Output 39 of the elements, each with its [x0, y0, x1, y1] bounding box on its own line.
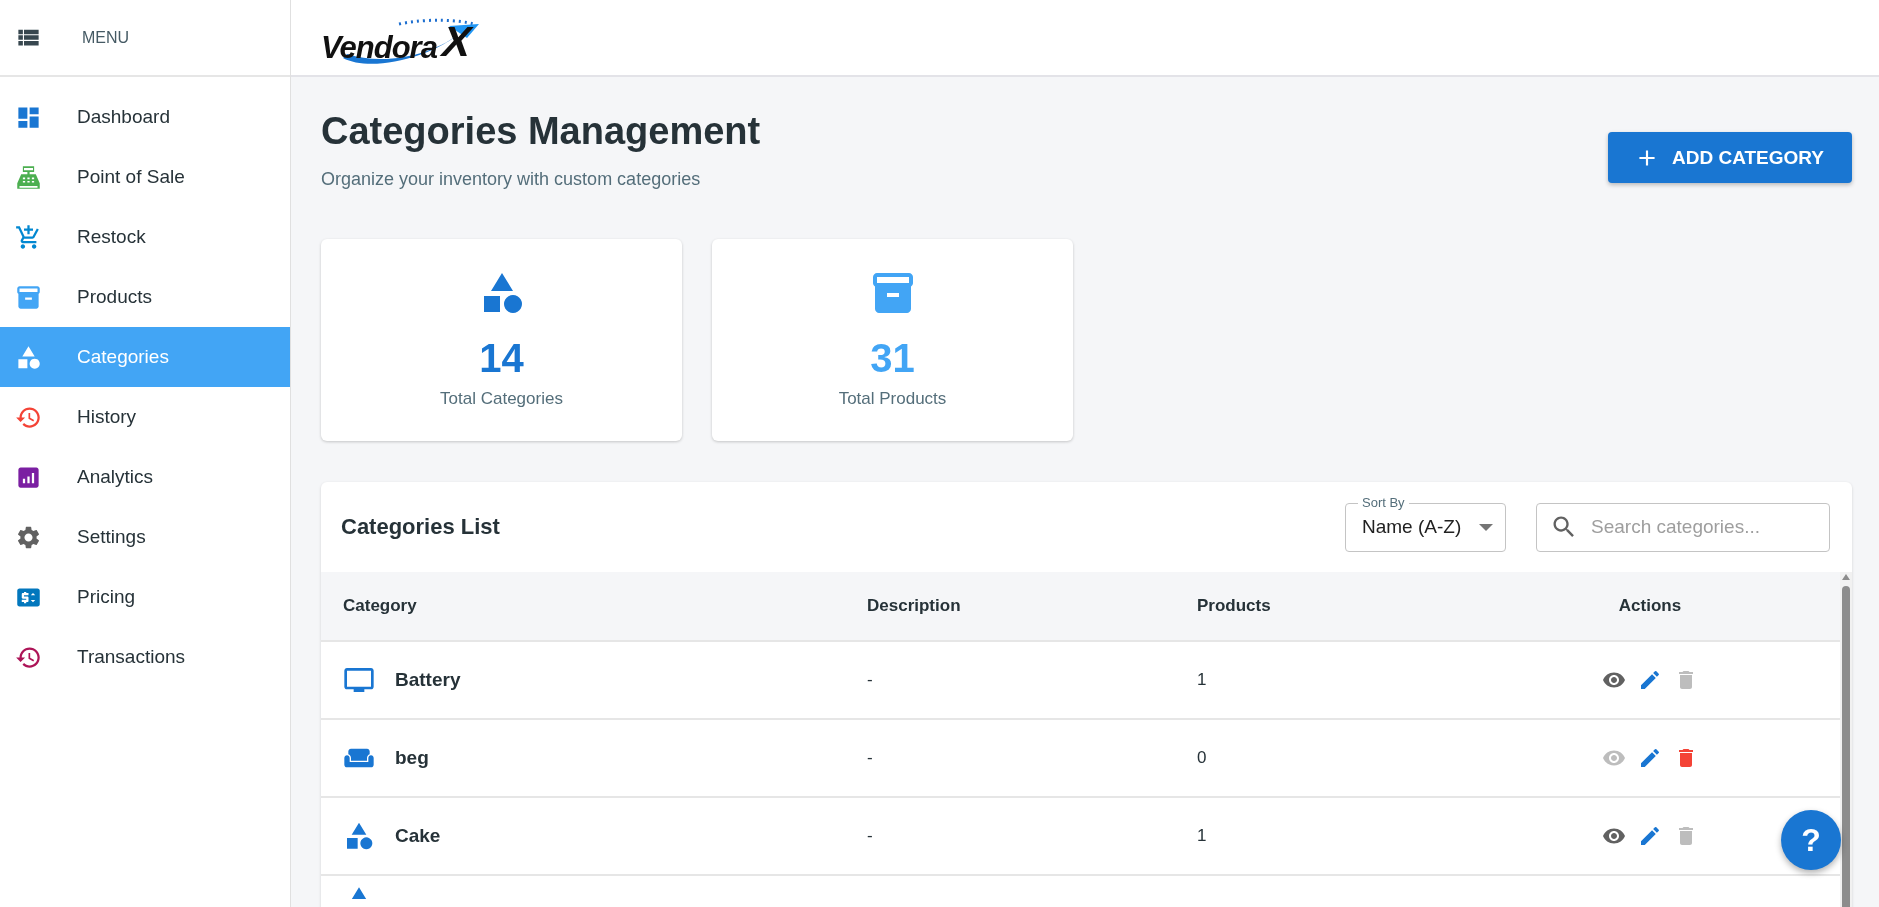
sidebar-item[interactable]: Transactions [0, 627, 290, 687]
sidebar-item[interactable]: Pricing [0, 567, 290, 627]
stat-value: 31 [870, 335, 915, 381]
sidebar-item[interactable]: History [0, 387, 290, 447]
search-field[interactable]: Search categories... [1536, 502, 1830, 552]
sidebar-item[interactable]: Settings [0, 507, 290, 567]
stat-label: Total Products [838, 389, 947, 409]
scrollbar[interactable] [1840, 572, 1852, 907]
table-cell-text: 1 [1197, 670, 1208, 690]
column-header: Description [867, 596, 962, 616]
pencil-icon [1638, 668, 1662, 692]
sidebar-item[interactable]: Analytics [0, 447, 290, 507]
column-header: Products [1197, 596, 1272, 616]
column-header: Actions [1617, 596, 1683, 616]
section-title: Categories List [341, 514, 501, 540]
category-name: beg [395, 747, 429, 769]
column-header: Category [343, 596, 418, 616]
table-cell-text: - [867, 826, 874, 846]
table-cell-text: 1 [1197, 826, 1208, 846]
page-title: Categories Management [321, 109, 761, 154]
stat-value: 14 [479, 335, 524, 381]
page-subtitle: Organize your inventory with custom categories [321, 168, 702, 191]
sidebar-item[interactable]: Products [0, 267, 290, 327]
pencil-icon [1638, 746, 1662, 770]
sidebar-item[interactable]: Dashboard [0, 87, 290, 147]
brand-logo: VendoraX [321, 16, 480, 66]
table-cell-text: - [867, 670, 874, 690]
caret-icon [1479, 523, 1493, 531]
menu-label: MENU [82, 28, 130, 47]
table-cell-text: 0 [1197, 748, 1208, 768]
sidebar-item[interactable]: Restock [0, 207, 290, 267]
category-name: Battery [395, 669, 461, 691]
category-name: Cake [395, 825, 441, 847]
stat-label: Total Categories [440, 389, 563, 409]
table-cell-text: - [867, 748, 874, 768]
add-category-button[interactable]: ADD CATEGORY [1608, 132, 1852, 183]
sidebar-item[interactable]: Point of Sale [0, 147, 290, 207]
pencil-icon [1638, 824, 1662, 848]
shapes-icon [15, 343, 42, 371]
